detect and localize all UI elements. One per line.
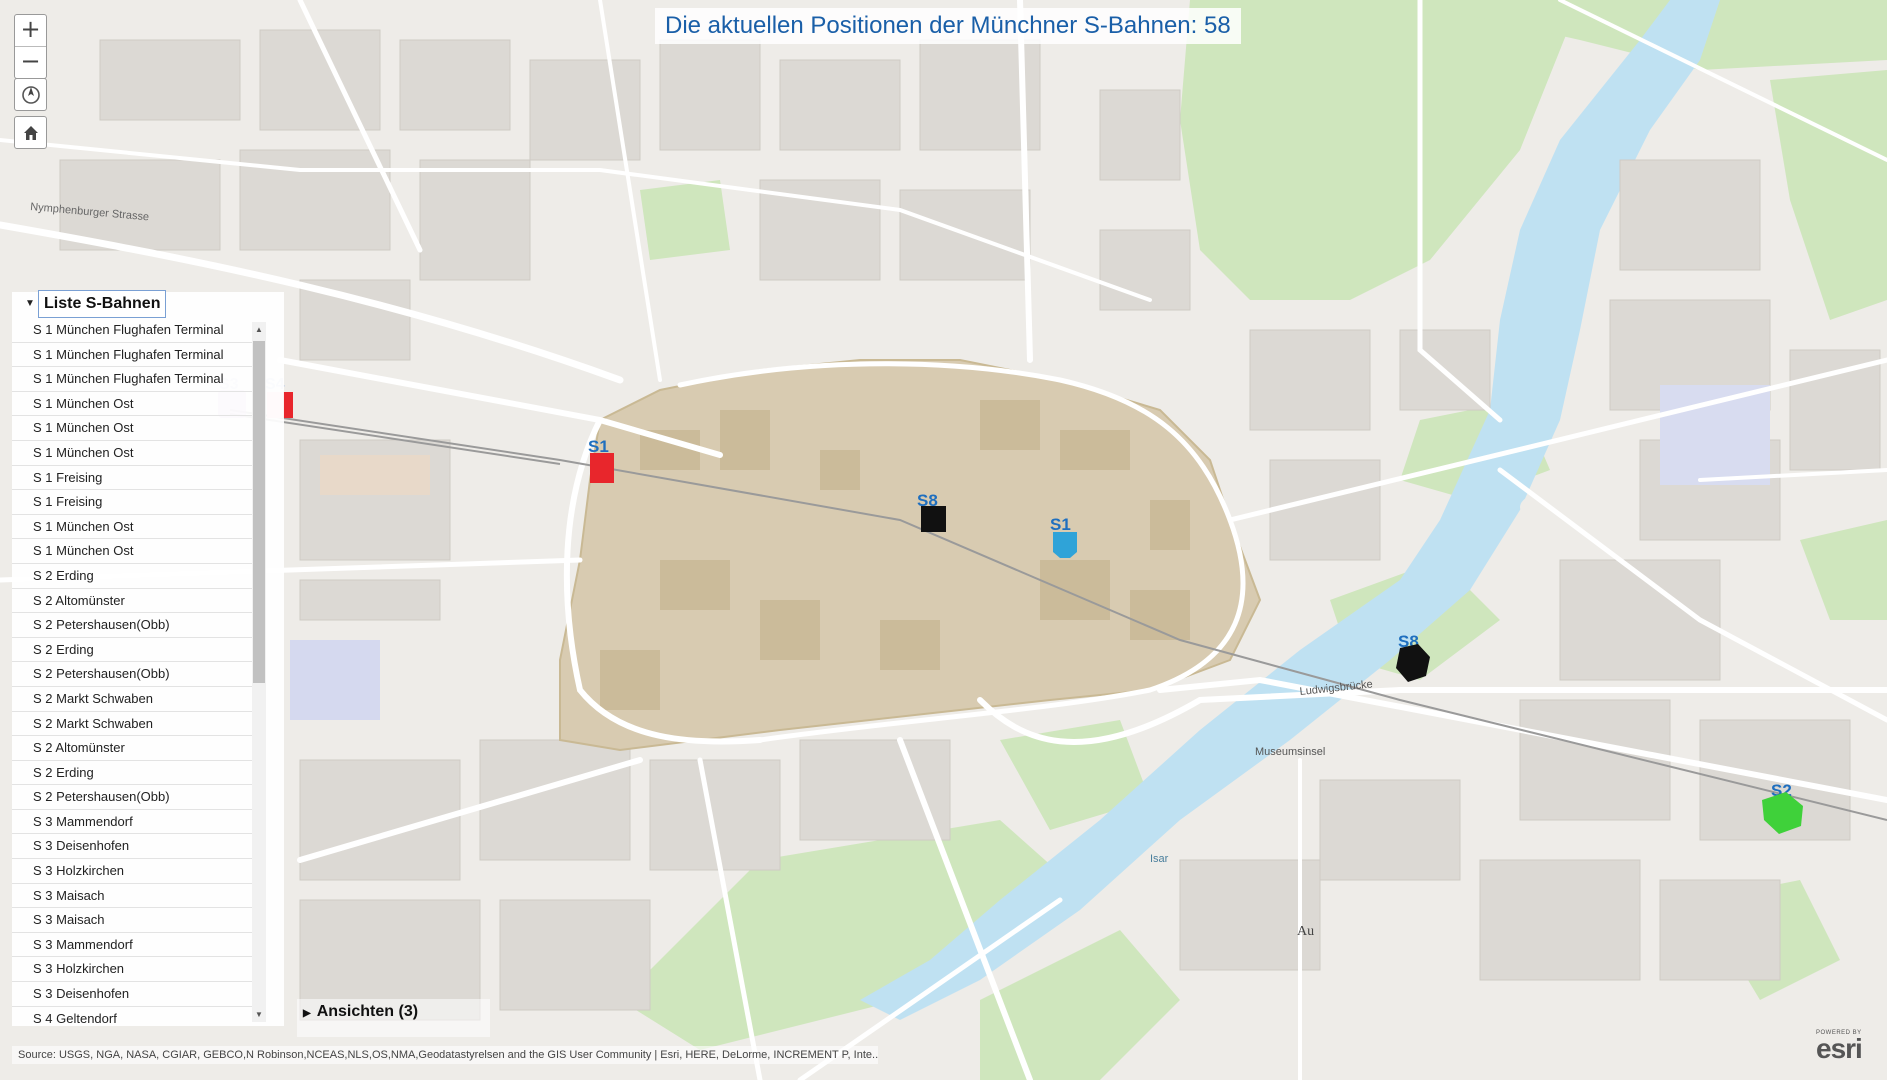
train-list-item[interactable]: S 2 Erding — [12, 761, 266, 786]
train-list-item[interactable]: S 2 Petershausen(Obb) — [12, 785, 266, 810]
train-list-item[interactable]: S 3 Deisenhofen — [12, 982, 266, 1007]
train-list-item[interactable]: S 1 München Ost — [12, 392, 266, 417]
expand-arrow-icon: ▶ — [303, 1008, 311, 1019]
train-list-item[interactable]: S 3 Maisach — [12, 908, 266, 933]
zoom-control: + − — [14, 14, 47, 79]
river-label: Isar — [1150, 853, 1169, 865]
street-label: Museumsinsel — [1255, 746, 1325, 758]
train-list-item[interactable]: S 1 München Ost — [12, 539, 266, 564]
train-list-item[interactable]: S 3 Mammendorf — [12, 933, 266, 958]
train-list-item[interactable]: S 1 München Ost — [12, 515, 266, 540]
train-list-title[interactable]: Liste S-Bahnen — [38, 290, 167, 318]
train-list-item[interactable]: S 2 Altomünster — [12, 736, 266, 761]
district-label: Au — [1297, 924, 1314, 939]
scroll-up-icon[interactable]: ▲ — [255, 325, 263, 334]
collapse-arrow-icon[interactable]: ▼ — [25, 298, 35, 309]
train-list-item[interactable]: S 4 Geltendorf — [12, 1007, 266, 1023]
train-list-item[interactable]: S 1 München Flughafen Terminal — [12, 318, 266, 343]
home-button[interactable] — [14, 116, 47, 149]
train-list-item[interactable]: S 2 Markt Schwaben — [12, 712, 266, 737]
compass-button[interactable] — [14, 78, 47, 111]
scroll-down-icon[interactable]: ▼ — [255, 1010, 263, 1019]
train-list-item[interactable]: S 2 Petershausen(Obb) — [12, 613, 266, 638]
train-list-item[interactable]: S 3 Deisenhofen — [12, 834, 266, 860]
esri-name: esri — [1816, 1033, 1863, 1064]
train-list-item[interactable]: S 2 Petershausen(Obb) — [12, 662, 266, 687]
train-list-item[interactable]: S 1 München Ost — [12, 416, 266, 441]
views-label: Ansichten (3) — [316, 1003, 419, 1020]
page-title: Die aktuellen Positionen der Münchner S-… — [655, 8, 1241, 44]
train-list-item[interactable]: S 3 Holzkirchen — [12, 957, 266, 983]
views-panel[interactable]: ▶ Ansichten (3) — [297, 999, 490, 1037]
train-list-item[interactable]: S 1 München Flughafen Terminal — [12, 343, 266, 368]
train-list-item[interactable]: S 3 Maisach — [12, 884, 266, 909]
train-list-item[interactable]: S 2 Erding — [12, 564, 266, 589]
train-list-item[interactable]: S 1 München Flughafen Terminal — [12, 367, 266, 392]
zoom-in-button[interactable]: + — [15, 15, 46, 46]
map-attribution: Source: USGS, NGA, NASA, CGIAR, GEBCO,N … — [12, 1046, 878, 1064]
scrollbar-thumb[interactable] — [253, 341, 265, 683]
zoom-out-button[interactable]: − — [15, 46, 46, 78]
list-scrollbar[interactable]: ▲ ▼ — [252, 322, 266, 1022]
train-list[interactable]: S 1 München Flughafen Terminal S 1 Münche… — [12, 318, 266, 1023]
train-list-item[interactable]: S 2 Altomünster — [12, 589, 266, 614]
train-list-item[interactable]: S 2 Erding — [12, 638, 266, 663]
home-icon — [23, 125, 38, 140]
train-list-item[interactable]: S 1 Freising — [12, 490, 266, 515]
compass-icon — [21, 85, 40, 104]
train-list-item[interactable]: S 1 Freising — [12, 466, 266, 491]
train-list-item[interactable]: S 3 Holzkirchen — [12, 859, 266, 884]
esri-logo: POWERED BY esri — [1816, 1030, 1872, 1064]
train-label: S1 — [1050, 515, 1071, 534]
train-list-item[interactable]: S 3 Mammendorf — [12, 810, 266, 835]
train-list-item[interactable]: S 1 München Ost — [12, 441, 266, 466]
hauptbahnhof-area — [320, 455, 430, 495]
train-list-item[interactable]: S 2 Markt Schwaben — [12, 687, 266, 712]
